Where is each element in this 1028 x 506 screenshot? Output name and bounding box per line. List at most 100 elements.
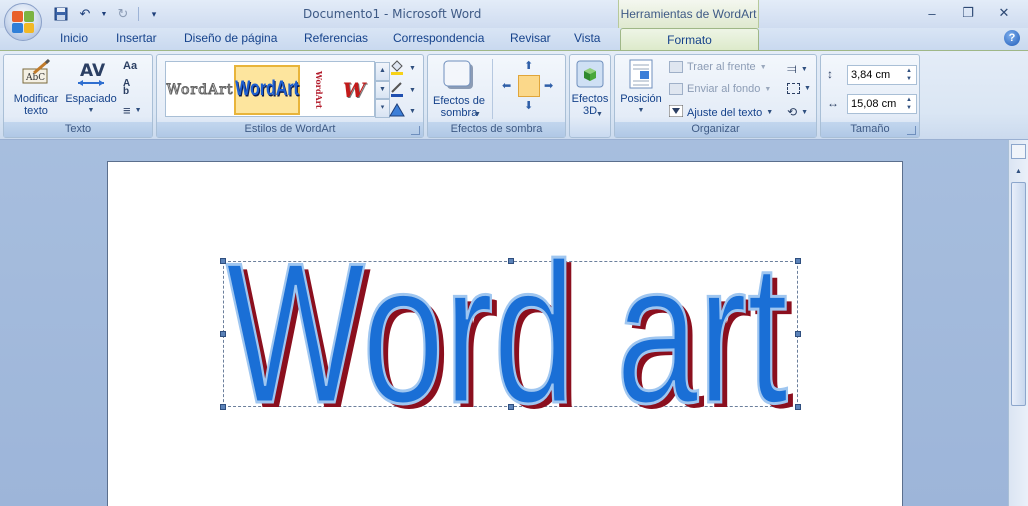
wordart-graphic: Word art Word art: [225, 221, 795, 451]
same-height-button[interactable]: Aa: [123, 60, 137, 72]
chevron-down-icon: ▼: [637, 107, 645, 114]
group-organizar-label: Organizar: [615, 122, 816, 137]
group-tamano: ↕ 3,84 cm ▲ ▼ ↔ 15,08 cm ▲ ▼ Tamaño: [820, 54, 920, 138]
shape-outline-button[interactable]: ▼: [389, 81, 416, 100]
resize-handle-se[interactable]: [795, 404, 801, 410]
ribbon: AbC Modificar texto AV Espaciado ▼ Aa A …: [0, 50, 1028, 140]
scroll-thumb[interactable]: [1011, 182, 1026, 406]
scroll-up-icon[interactable]: ▲: [1011, 164, 1026, 179]
resize-handle-s[interactable]: [508, 404, 514, 410]
resize-handle-e[interactable]: [795, 331, 801, 337]
save-icon[interactable]: [52, 5, 70, 23]
group-efectos-sombra: Efectos de sombra ▼ ⬆ ⬅ ➡ ⬇ Efectos de s…: [427, 54, 566, 138]
resize-handle-w[interactable]: [220, 331, 226, 337]
wordart-styles-gallery: WordArt WordArt WordArt W ▲ ▼ ▾: [165, 61, 390, 119]
ruler-toggle-icon[interactable]: [1011, 144, 1026, 159]
paint-bucket-icon: [389, 59, 405, 78]
posicion-button[interactable]: Posición ▼: [617, 59, 665, 117]
height-value: 3,84 cm: [851, 69, 891, 81]
nudge-down-icon[interactable]: ⬇: [524, 99, 533, 112]
restore-icon[interactable]: ❐: [950, 2, 986, 24]
group-tamano-label: Tamaño: [821, 122, 919, 137]
pen-outline-icon: [389, 81, 405, 100]
group-icon: [787, 83, 800, 94]
espaciado-label: Espaciado: [65, 93, 117, 105]
vertical-scrollbar[interactable]: ▲: [1008, 140, 1028, 506]
tab-inicio[interactable]: Inicio: [60, 31, 88, 45]
tab-insertar[interactable]: Insertar: [116, 31, 157, 45]
resize-handle-n[interactable]: [508, 258, 514, 264]
align-text-button[interactable]: ≡ ▼: [123, 103, 142, 118]
position-icon: [627, 59, 655, 89]
document-page[interactable]: Word art Word art: [107, 161, 903, 506]
minimize-icon[interactable]: –: [914, 2, 950, 24]
enviar-al-fondo-button[interactable]: Enviar al fondo ▼: [669, 83, 771, 95]
chevron-down-icon: ▼: [474, 111, 481, 118]
resize-handle-ne[interactable]: [795, 258, 801, 264]
shape-fill-button[interactable]: ▼: [389, 59, 416, 78]
group-estilos-label: Estilos de WordArt: [157, 122, 423, 137]
wordart-style-3[interactable]: WordArt: [304, 65, 334, 115]
nudge-left-icon[interactable]: ⬅: [502, 79, 511, 92]
undo-icon[interactable]: ↶: [76, 5, 94, 23]
close-icon[interactable]: ✕: [986, 2, 1022, 24]
rotate-button[interactable]: ⟲ ▼: [787, 105, 808, 119]
height-spinbox[interactable]: 3,84 cm ▲ ▼: [847, 65, 917, 85]
chevron-down-icon: ▼: [409, 87, 416, 94]
help-icon[interactable]: ?: [1004, 30, 1020, 46]
gallery-more-icon[interactable]: ▾: [375, 99, 390, 119]
align-button[interactable]: ⫤ ▼: [787, 61, 808, 77]
tab-correspondencia[interactable]: Correspondencia: [393, 31, 484, 45]
shadow-toggle-icon[interactable]: [518, 75, 540, 97]
customize-icon[interactable]: ▾: [145, 5, 163, 23]
tab-diseno-pagina[interactable]: Diseño de página: [184, 31, 277, 45]
separator: [492, 59, 493, 119]
efectos-sombra-button[interactable]: Efectos de sombra ▼: [430, 59, 488, 119]
chevron-down-icon: ▼: [134, 107, 142, 114]
wordart-style-4[interactable]: W: [338, 65, 370, 115]
espaciado-button[interactable]: AV Espaciado ▼: [64, 59, 118, 117]
dialog-launcher-icon[interactable]: [907, 126, 916, 135]
tab-revisar[interactable]: Revisar: [510, 31, 551, 45]
nudge-right-icon[interactable]: ➡: [544, 79, 553, 92]
align-icon: ⫤: [787, 61, 797, 76]
chevron-down-icon: ▼: [87, 107, 95, 114]
dialog-launcher-icon[interactable]: [411, 126, 420, 135]
efectos-3d-button[interactable]: Efectos 3D ▼: [570, 59, 610, 118]
wordart-object[interactable]: Word art Word art: [220, 221, 801, 451]
modificar-texto-button[interactable]: AbC Modificar texto: [10, 59, 62, 117]
group-objects-button[interactable]: ▼: [787, 83, 811, 94]
modificar-texto-label: Modificar texto: [13, 93, 59, 117]
chevron-down-icon: ▼: [800, 65, 808, 73]
wordart-style-2[interactable]: WordArt: [234, 65, 300, 115]
tab-formato[interactable]: Formato: [620, 28, 759, 52]
wordart-style-1[interactable]: WordArt: [166, 65, 233, 115]
width-spinbox[interactable]: 15,08 cm ▲ ▼: [847, 94, 917, 114]
wordart-style-4-label: W: [342, 78, 366, 102]
gallery-up-icon[interactable]: ▲: [375, 62, 390, 81]
resize-handle-sw[interactable]: [220, 404, 226, 410]
resize-handle-nw[interactable]: [220, 258, 226, 264]
spin-arrows-icon[interactable]: ▲ ▼: [904, 96, 914, 112]
tab-referencias[interactable]: Referencias: [304, 31, 368, 45]
undo-dropdown-icon[interactable]: ▼: [100, 5, 108, 23]
tab-vista[interactable]: Vista: [574, 31, 600, 45]
office-button[interactable]: [4, 3, 42, 41]
wordart-text: Word art: [226, 222, 788, 445]
change-shape-button[interactable]: ▼: [389, 103, 416, 120]
traer-al-frente-button[interactable]: Traer al frente ▼: [669, 61, 767, 73]
group-estilos-wordart: WordArt WordArt WordArt W ▲ ▼ ▾ ▼ ▼ ▼ Es…: [156, 54, 424, 138]
window-title: Documento1 - Microsoft Word: [303, 7, 482, 21]
chevron-down-icon: ▼: [759, 63, 767, 71]
width-value: 15,08 cm: [851, 98, 897, 110]
redo-icon[interactable]: ↻: [114, 5, 132, 23]
align-text-icon: ≡: [123, 103, 131, 118]
gallery-down-icon[interactable]: ▼: [375, 80, 390, 100]
vertical-text-button[interactable]: Ab: [123, 79, 130, 97]
nudge-up-icon[interactable]: ⬆: [524, 59, 533, 72]
spin-arrows-icon[interactable]: ▲ ▼: [904, 67, 914, 83]
posicion-label: Posición: [620, 93, 662, 105]
ajuste-texto-button[interactable]: Ajuste del texto ▼: [668, 104, 773, 120]
contextual-tab-title: Herramientas de WordArt: [618, 0, 759, 28]
shape-width-icon: ↔: [827, 96, 839, 110]
